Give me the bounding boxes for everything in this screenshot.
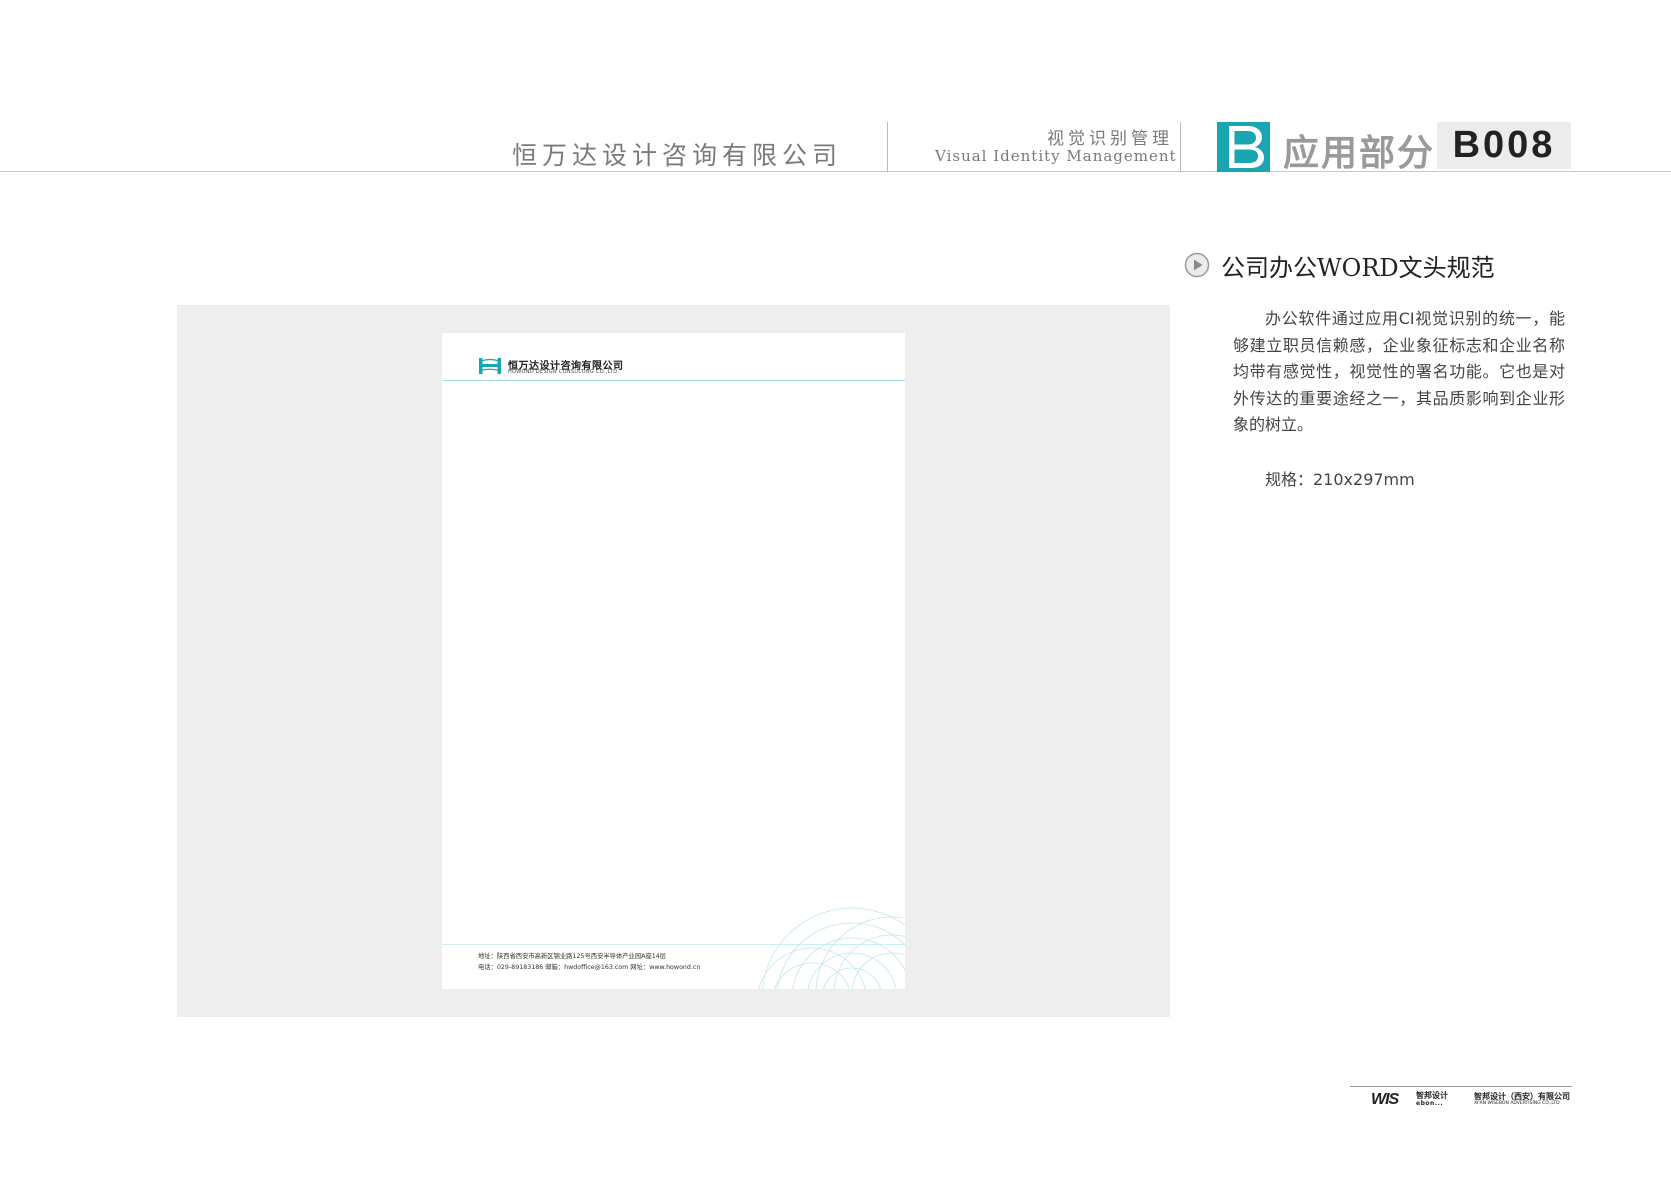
section-letter-block	[1217, 122, 1270, 172]
footer-rule	[1350, 1086, 1572, 1087]
decorative-arcs-icon	[758, 907, 905, 989]
spec-text: 规格：210x297mm	[1265, 470, 1415, 489]
footer-brand-en: ebon...	[1416, 1100, 1444, 1107]
page-code: B008	[1452, 124, 1556, 166]
vi-title-cn: 视觉识别管理	[1047, 129, 1173, 149]
header-divider	[1180, 122, 1181, 172]
company-name: 恒万达设计咨询有限公司	[512, 141, 843, 170]
section-description: 办公软件通过应用CI视觉识别的统一，能够建立职员信赖感，企业象征标志和企业名称均…	[1233, 309, 1565, 434]
howond-logo-icon	[479, 358, 501, 374]
letterhead-address: 地址：陕西省西安市高新区锦业路125号西安半导体产业园A座14层	[478, 953, 667, 960]
letterhead-contact: 电话：029-89183186 邮箱：hwdoffice@163.com 网址：…	[478, 964, 701, 971]
footer-brand-mark: WIS	[1371, 1091, 1399, 1108]
footer-company-en: XI'AN WISEBON ADVERTISING CO.,LTD	[1474, 1101, 1560, 1106]
section-letter-b-icon	[1229, 126, 1264, 168]
play-circle-icon	[1184, 252, 1210, 278]
vi-title-en: Visual Identity Management	[935, 147, 1177, 165]
section-title: 公司办公WORD文头规范	[1221, 254, 1495, 282]
letterhead-company-en: HOWOND DESIGN CONSULTING CO.,LTD.	[508, 369, 620, 375]
section-name: 应用部分	[1283, 132, 1436, 174]
letterhead-top-rule	[442, 380, 905, 381]
letterhead-sheet: 恒万达设计咨询有限公司 HOWOND DESIGN CONSULTING CO.…	[442, 333, 905, 989]
header-divider	[887, 122, 888, 172]
